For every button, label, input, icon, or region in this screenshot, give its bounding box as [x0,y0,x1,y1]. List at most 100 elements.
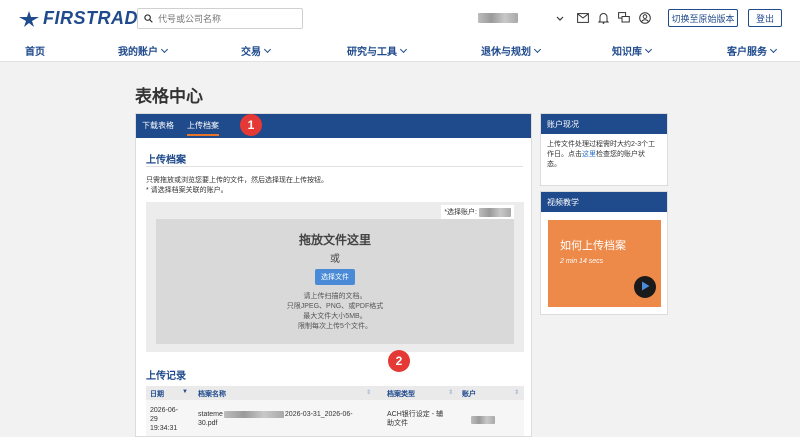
logo-text: FIRSTRADE [43,8,151,28]
account-status-card: 账户现况 上传文件处理过程需时大约2-3个工 作日。点击这里检查您的账户状 态。 [540,113,668,186]
search-input[interactable] [158,13,298,24]
video-duration: 2 min 14 secs [560,258,604,265]
column-date[interactable]: 日期 [150,389,164,399]
upload-instructions: 只需拖放或浏览您要上传的文件，然后选择现在上传按钮。 * 请选择档案关联的账户。 [146,176,328,196]
nav-knowledge[interactable]: 知识库 [612,43,653,58]
chevron-down-icon [533,45,542,53]
nav-label: 研究与工具 [347,47,397,58]
sort-icon[interactable]: ⇕ [366,389,371,396]
upload-records-title: 上传记录 [146,371,186,382]
masked-file-name [223,411,284,418]
tab-upload-files[interactable]: 上传档案 [187,120,219,136]
nav-home[interactable]: 首页 [25,43,45,58]
date-text: 2026-06- [150,407,179,414]
requirement-text: 最大文件大小5MB。 [303,313,367,320]
choose-file-button[interactable]: 选择文件 [315,269,355,285]
sort-icon[interactable]: ⇕ [514,389,519,396]
file-type-text: ACH银行设定 - 辅 [387,411,443,418]
status-text: 检查您的账户状 [596,151,645,158]
nav-customer-service[interactable]: 客户服务 [727,43,778,58]
file-name-text: 2026-03-31_2026-06- [284,411,353,418]
page-title: 表格中心 [135,87,203,106]
file-name-text: 30.pdf [198,420,218,427]
nav-my-account[interactable]: 我的账户 [118,43,169,58]
upload-section-title: 上传档案 [146,155,186,166]
play-button[interactable] [634,276,656,298]
switch-version-button[interactable]: 切换至原始版本 [668,9,738,27]
upload-records-table: 日期 ▼ 档案名称 ⇕ 档案类型 ⇕ 账户 ⇕ 2026-06- 29 19:3… [146,386,524,436]
account-status-title: 账户现况 [541,114,667,134]
column-file-name[interactable]: 档案名称 [198,389,226,399]
firstrade-logo[interactable]: FIRSTRADE [18,8,151,29]
forms-panel: 下载表格 上传档案 上传档案 只需拖放或浏览您要上传的文件，然后选择现在上传按钮… [135,113,532,437]
table-row: 2026-06- 29 19:34:31 stateme 2026-03-31_… [146,400,524,436]
nav-label: 交易 [241,47,261,58]
account-picker[interactable]: *选择账户: [441,205,514,219]
chat-icon[interactable] [617,11,631,25]
nav-label: 客户服务 [727,47,767,58]
nav-research-tools[interactable]: 研究与工具 [347,43,408,58]
divider [146,166,523,167]
nav-trade[interactable]: 交易 [241,43,272,58]
account-selector[interactable] [475,9,567,27]
annotation-badge: 1 [240,114,262,136]
file-name-text: stateme [198,411,223,418]
nav-retirement[interactable]: 退休与规划 [481,43,542,58]
status-link[interactable]: 这里 [582,151,596,158]
nav-label: 首页 [25,47,45,58]
date-text: 29 [150,416,158,423]
chevron-down-icon [263,45,272,53]
column-file-type[interactable]: 档案类型 [387,389,415,399]
video-thumbnail[interactable]: 如何上传档案 2 min 14 secs [548,220,661,307]
drop-zone[interactable]: 拖放文件这里 或 选择文件 请上传扫描的文档。 只限JPEG、PNG、或PDF格… [156,219,514,344]
masked-account-number [471,416,495,424]
status-text: 上传文件处理过程需时大约2-3个工 [547,141,656,148]
row-file-type: ACH银行设定 - 辅 助文件 [387,410,443,428]
bell-icon[interactable] [596,11,610,25]
logout-button[interactable]: 登出 [748,9,782,27]
search-box[interactable] [137,8,303,29]
play-icon [641,278,650,296]
instruction-text: * 请选择档案关联的账户。 [146,187,228,194]
nav-label: 知识库 [612,47,642,58]
upload-requirements: 请上传扫描的文档。 只限JPEG、PNG、或PDF格式 最大文件大小5MB。 限… [156,292,514,332]
top-header: FIRSTRADE 切换至原始版本 登出 [0,0,800,37]
instruction-text: 只需拖放或浏览您要上传的文件，然后选择现在上传按钮。 [146,177,328,184]
row-file-name[interactable]: stateme 2026-03-31_2026-06- 30.pdf [198,410,353,428]
chevron-down-icon [769,45,778,53]
status-text: 作日。点击 [547,151,582,158]
video-caption: 如何上传档案 [560,240,626,252]
annotation-badge: 2 [388,350,410,372]
date-text: 19:34:31 [150,425,178,432]
upload-area: *选择账户: 拖放文件这里 或 选择文件 请上传扫描的文档。 只限JPEG、PN… [146,202,524,352]
requirement-text: 请上传扫描的文档。 [303,293,367,300]
chevron-down-icon [160,45,169,53]
tab-bar: 下载表格 上传档案 [136,114,531,138]
tab-download-forms[interactable]: 下载表格 [142,120,174,131]
nav-label: 我的账户 [118,47,158,58]
chevron-down-icon [644,45,653,53]
masked-account-number [478,13,518,23]
column-account[interactable]: 账户 [462,389,476,399]
account-status-text: 上传文件处理过程需时大约2-3个工 作日。点击这里检查您的账户状 态。 [541,134,667,176]
sort-icon[interactable]: ⇕ [448,389,453,396]
video-tutorial-title: 视频教学 [541,192,667,212]
main-nav: 首页 我的账户 交易 研究与工具 退休与规划 知识库 客户服务 [0,37,800,62]
user-icon[interactable] [638,11,652,25]
video-tutorial-card: 视频教学 如何上传档案 2 min 14 secs [540,191,668,315]
sort-desc-icon[interactable]: ▼ [182,389,188,395]
row-date: 2026-06- 29 19:34:31 [150,406,178,433]
chevron-down-icon [556,9,564,27]
chevron-down-icon [399,45,408,53]
table-header: 日期 ▼ 档案名称 ⇕ 档案类型 ⇕ 账户 ⇕ [146,386,524,400]
drop-zone-title: 拖放文件这里 [298,233,371,247]
drop-zone-or: 或 [330,254,340,265]
logo-icon [18,10,40,28]
requirement-text: 限制每次上传5个文件。 [298,323,372,330]
mail-icon[interactable] [576,11,590,25]
nav-label: 退休与规划 [481,47,531,58]
masked-account-number [479,207,511,217]
search-icon [144,10,153,28]
requirement-text: 只限JPEG、PNG、或PDF格式 [286,303,384,310]
file-type-text: 助文件 [387,420,408,427]
